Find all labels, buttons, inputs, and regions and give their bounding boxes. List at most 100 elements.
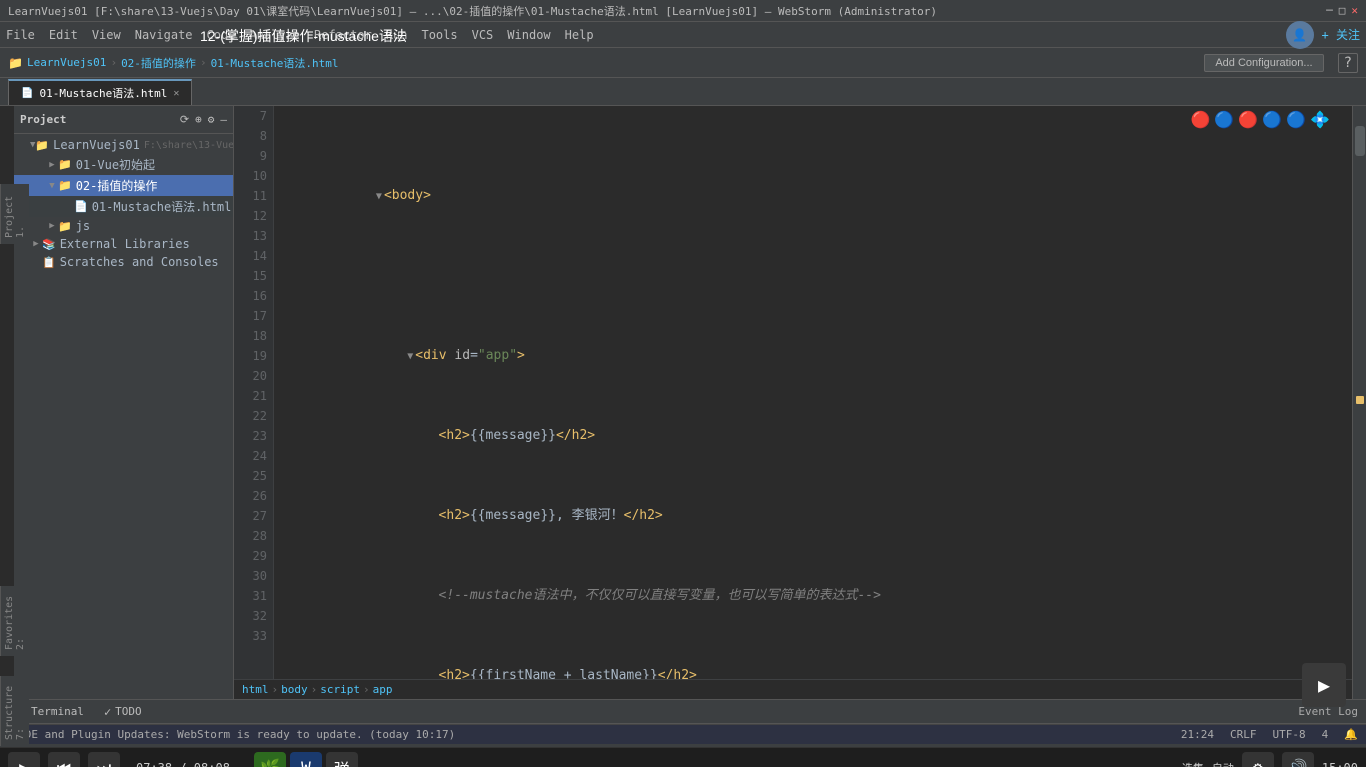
ln-16: 16 [234, 286, 267, 306]
side-label-structure[interactable]: 7: Structure [0, 676, 29, 746]
menu-navigate[interactable]: Navigate [135, 28, 193, 42]
ln-17: 17 [234, 306, 267, 326]
ln-31: 31 [234, 586, 267, 606]
code-line-10: <h2>{{message}}</h2> [282, 406, 1344, 426]
ln-8: 8 [234, 126, 267, 146]
line-ending[interactable]: CRLF [1230, 728, 1257, 741]
browser-icon-6[interactable]: 💠 [1310, 110, 1330, 129]
breadcrumb-02[interactable]: 02-插值的操作 [121, 55, 196, 71]
sidebar-label: Project [20, 113, 66, 126]
sidebar-btn-gear[interactable]: ⚙ [208, 113, 215, 126]
minimize-btn[interactable]: ─ [1326, 4, 1333, 17]
ln-32: 32 [234, 606, 267, 626]
tree-path-learnvuejs01: F:\share\13-Vuejs\Da… [144, 140, 233, 151]
menu-vcs[interactable]: VCS [472, 28, 494, 42]
file-icon-mustache: 📄 [74, 200, 88, 213]
scroll-thumb[interactable] [1355, 126, 1365, 156]
tab-close-icon[interactable]: ✕ [173, 88, 179, 99]
taskbar-apps: 🌿 W 弹 [254, 752, 358, 767]
bottom-tabs: ⬛ Terminal ✓ TODO Event Log [0, 700, 1366, 724]
breadcrumb-path: html › body › script › app [234, 679, 1352, 699]
ln-13: 13 [234, 226, 267, 246]
app-icon-1[interactable]: 🌿 [254, 752, 286, 767]
ln-22: 22 [234, 406, 267, 426]
browser-icon-2[interactable]: 🔵 [1214, 110, 1234, 129]
notifications-icon[interactable]: 🔔 [1344, 728, 1358, 741]
menu-edit[interactable]: Edit [49, 28, 78, 42]
tree-item-extlib[interactable]: ▶ 📚 External Libraries [14, 235, 233, 253]
auto-label: 自动 [1212, 760, 1234, 767]
taskbar: ▶ ⏮ ⏭ 07:38 / 08:08 🌿 W 弹 选集 自动 ⚙ 🔊 15:0… [0, 747, 1366, 767]
sidebar-btn-refresh[interactable]: ⟳ [180, 113, 189, 126]
bc-body[interactable]: body [281, 683, 308, 696]
volume-btn[interactable]: 🔊 [1282, 752, 1314, 767]
menu-view[interactable]: View [92, 28, 121, 42]
bc-html[interactable]: html [242, 683, 269, 696]
add-config-button[interactable]: Add Configuration... [1204, 54, 1323, 72]
ln-21: 21 [234, 386, 267, 406]
play-btn[interactable]: ▶ [8, 752, 40, 767]
tab-file-icon: 📄 [21, 88, 33, 99]
toolbar-right: Add Configuration... [1204, 54, 1323, 72]
menu-file[interactable]: File [6, 28, 35, 42]
ln-33: 33 [234, 626, 267, 646]
browser-icon-4[interactable]: 🔵 [1262, 110, 1282, 129]
tree-label-learnvuejs01: LearnVuejs01 [53, 138, 140, 152]
browser-icon-5[interactable]: 🔵 [1286, 110, 1306, 129]
follow-btn[interactable]: + 关注 [1322, 26, 1360, 43]
tree-item-02insert[interactable]: ▼ 📁 02-插值的操作 [14, 175, 233, 196]
tree-arrow-01vue: ▶ [46, 160, 58, 170]
help-icon[interactable]: ? [1338, 53, 1358, 73]
folder-icon-02insert: 📁 [58, 179, 72, 192]
close-btn[interactable]: ✕ [1351, 4, 1358, 17]
tree-item-learnvuejs01[interactable]: ▼ 📁 LearnVuejs01 F:\share\13-Vuejs\Da… [14, 136, 233, 154]
tree-item-mustache-file[interactable]: ▶ 📄 01-Mustache语法.html [14, 196, 233, 217]
ln-27: 27 [234, 506, 267, 526]
tree-label-scratches: Scratches and Consoles [60, 255, 219, 269]
app-icon-3[interactable]: 弹 [326, 752, 358, 767]
video-icon-btn[interactable]: ▶ [1302, 663, 1346, 707]
side-label-project[interactable]: 1. Project [0, 184, 29, 244]
code-editor[interactable]: 7 8 9 10 11 12 13 14 15 16 17 18 19 20 2… [234, 106, 1352, 679]
side-label-favorites[interactable]: 2: Favorites [0, 586, 29, 656]
ln-12: 12 [234, 206, 267, 226]
project-sidebar: Project ⟳ ⊕ ⚙ — ▼ 📁 LearnVuejs01 F:\shar… [14, 106, 234, 699]
ln-28: 28 [234, 526, 267, 546]
encoding[interactable]: UTF-8 [1273, 728, 1306, 741]
menu-help[interactable]: Help [565, 28, 594, 42]
menu-tools[interactable]: Tools [421, 28, 457, 42]
tab-mustache[interactable]: 📄 01-Mustache语法.html ✕ [8, 79, 192, 105]
browser-icon-3[interactable]: 🔴 [1238, 110, 1258, 129]
folder-icon-01vue: 📁 [58, 158, 72, 171]
ln-18: 18 [234, 326, 267, 346]
tree-item-scratches[interactable]: ▶ 📋 Scratches and Consoles [14, 253, 233, 271]
next-btn[interactable]: ⏭ [88, 752, 120, 767]
app-icon-2[interactable]: W [290, 752, 322, 767]
browser-icon-1[interactable]: 🔴 [1190, 110, 1210, 129]
ln-30: 30 [234, 566, 267, 586]
breadcrumb-file[interactable]: 01-Mustache语法.html [211, 55, 339, 71]
tree-item-01vue[interactable]: ▶ 📁 01-Vue初始起 [14, 154, 233, 175]
ln-20: 20 [234, 366, 267, 386]
maximize-btn[interactable]: □ [1339, 4, 1346, 17]
scratches-icon: 📋 [42, 256, 56, 269]
ln-15: 15 [234, 266, 267, 286]
settings-btn[interactable]: ⚙ [1242, 752, 1274, 767]
user-avatar[interactable]: 👤 [1286, 21, 1314, 49]
bc-script[interactable]: script [320, 683, 360, 696]
tree-arrow-js: ▶ [46, 221, 58, 231]
project-tree: ▼ 📁 LearnVuejs01 F:\share\13-Vuejs\Da… ▶… [14, 134, 233, 699]
bc-app[interactable]: app [373, 683, 393, 696]
breadcrumb-learnvuejs[interactable]: LearnVuejs01 [27, 56, 106, 69]
menu-window[interactable]: Window [507, 28, 550, 42]
sidebar-btn-close[interactable]: — [220, 113, 227, 126]
code-content[interactable]: ▼<body> ▼<div id="app"> <h2>{{message}}<… [274, 106, 1352, 679]
status-right: 21:24 CRLF UTF-8 4 🔔 [1181, 728, 1358, 741]
sidebar-btn-settings[interactable]: ⊕ [195, 113, 202, 126]
tree-item-js[interactable]: ▶ 📁 js [14, 217, 233, 235]
code-line-13: <h2>{{firstName + lastName}}</h2> [282, 646, 1344, 666]
tab-todo[interactable]: ✓ TODO [100, 703, 146, 721]
ln-7: 7 [234, 106, 267, 126]
tree-label-02insert: 02-插值的操作 [76, 177, 158, 194]
prev-btn[interactable]: ⏮ [48, 752, 80, 767]
